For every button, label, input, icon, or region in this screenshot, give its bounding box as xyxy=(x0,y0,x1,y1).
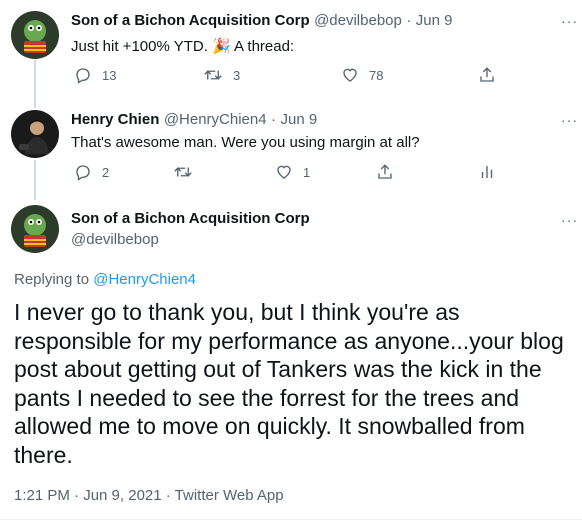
reply-count: 13 xyxy=(102,67,117,83)
thread-line xyxy=(34,160,36,200)
more-icon[interactable]: ··· xyxy=(561,13,578,29)
analytics-button[interactable] xyxy=(478,163,496,181)
tweet-date[interactable]: Jun 9 xyxy=(416,12,453,29)
like-button[interactable]: 78 xyxy=(341,66,383,84)
avatar[interactable] xyxy=(11,11,59,59)
more-icon[interactable]: ··· xyxy=(561,112,578,128)
author-name[interactable]: Henry Chien xyxy=(71,111,159,128)
author-handle[interactable]: @devilbebop xyxy=(71,231,159,248)
divider xyxy=(0,519,582,520)
tweet-timestamp[interactable]: 1:21 PM · Jun 9, 2021 · Twitter Web App xyxy=(14,487,284,504)
avatar[interactable] xyxy=(11,110,59,158)
author-handle[interactable]: @HenryChien4 xyxy=(164,111,267,128)
avatar[interactable] xyxy=(11,205,59,253)
author-name[interactable]: Son of a Bichon Acquisition Corp xyxy=(71,12,310,29)
retweet-button[interactable] xyxy=(173,163,203,181)
thread-line xyxy=(34,60,36,108)
author-handle[interactable]: @devilbebop xyxy=(314,12,402,29)
analytics-icon xyxy=(478,163,496,181)
heart-icon xyxy=(275,163,293,181)
tweet-text: That's awesome man. Were you using margi… xyxy=(71,134,420,151)
replying-handle-link[interactable]: @HenryChien4 xyxy=(93,271,196,288)
tweet-text: Just hit +100% YTD. 🎉 A thread: xyxy=(71,38,295,55)
reply-icon xyxy=(74,66,92,84)
retweet-count: 3 xyxy=(233,67,241,83)
share-icon xyxy=(478,66,496,84)
tweet-date[interactable]: Jun 9 xyxy=(281,111,318,128)
reply-icon xyxy=(74,163,92,181)
retweet-icon xyxy=(203,66,223,84)
tweet-header: Henry Chien @HenryChien4 · Jun 9 xyxy=(71,111,317,129)
replying-prefix: Replying to xyxy=(14,271,90,288)
like-button[interactable]: 1 xyxy=(275,163,310,181)
share-icon xyxy=(376,163,394,181)
share-button[interactable] xyxy=(478,66,496,84)
more-icon[interactable]: ··· xyxy=(561,212,578,228)
like-count: 1 xyxy=(303,164,311,180)
retweet-button[interactable]: 3 xyxy=(203,66,240,84)
replying-to: Replying to @HenryChien4 xyxy=(14,271,196,288)
reply-button[interactable]: 2 xyxy=(74,163,109,181)
main-tweet-text: I never go to thank you, but I think you… xyxy=(14,299,564,468)
author-name[interactable]: Son of a Bichon Acquisition Corp xyxy=(71,210,310,227)
reply-count: 2 xyxy=(102,164,110,180)
separator: · xyxy=(271,111,277,128)
share-button[interactable] xyxy=(376,163,394,181)
like-count: 78 xyxy=(369,67,384,83)
separator: · xyxy=(406,12,412,29)
reply-button[interactable]: 13 xyxy=(74,66,116,84)
retweet-icon xyxy=(173,163,193,181)
heart-icon xyxy=(341,66,359,84)
tweet-header: Son of a Bichon Acquisition Corp @devilb… xyxy=(71,12,452,30)
